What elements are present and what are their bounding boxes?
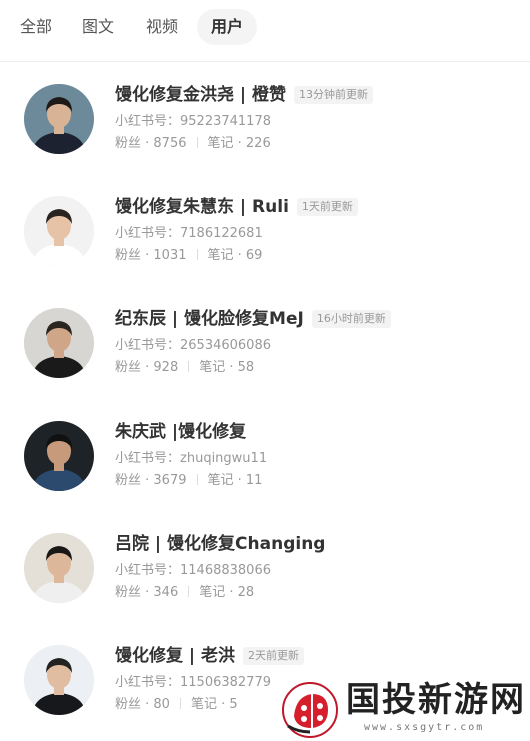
notes-label: 笔记 · (207, 248, 246, 263)
avatar[interactable] (24, 533, 94, 603)
update-badge: 2天前更新 (243, 647, 305, 665)
notes-label: 笔记 · (199, 585, 238, 600)
user-id: 小红书号：zhuqingwu11 (115, 450, 267, 468)
stat-divider (196, 474, 198, 485)
user-stats: 粉丝 · 346 笔记 · 28 (115, 584, 254, 602)
user-stats: 粉丝 · 3679 笔记 · 11 (115, 472, 262, 490)
stat-divider (188, 361, 190, 372)
tab-video[interactable]: 视频 (132, 9, 192, 45)
fans-label: 粉丝 · (115, 136, 154, 151)
notes-count: 69 (245, 248, 263, 263)
avatar[interactable] (24, 84, 94, 154)
user-name-line: 朱庆武 |馒化修复 (115, 419, 246, 445)
user-name[interactable]: 馒化修复朱慧东 | Ruli (115, 194, 289, 220)
avatar[interactable] (24, 421, 94, 491)
user-id-label: 小红书号： (115, 563, 181, 578)
user-name-line: 馒化修复朱慧东 | Ruli 1天前更新 (115, 194, 358, 220)
update-badge: 13分钟前更新 (294, 86, 374, 104)
user-id-label: 小红书号： (115, 114, 181, 129)
tab-bar: 全部 图文 视频 用户 (0, 0, 530, 62)
user-name[interactable]: 馒化修复金洪尧 | 橙赞 (115, 82, 286, 108)
notes-label: 笔记 · (207, 136, 246, 151)
update-badge: 16小时前更新 (311, 310, 391, 328)
site-watermark: 国投新游网 www.sxsgytr.com (282, 678, 527, 738)
user-id-value: 7186122681 (180, 226, 263, 241)
notes-count: 58 (237, 360, 255, 375)
fans-label: 粉丝 · (115, 473, 154, 488)
user-id-value: 11506382779 (180, 675, 271, 690)
user-id: 小红书号：11468838066 (115, 562, 271, 580)
user-name[interactable]: 纪东辰 | 馒化脸修复MeJ (115, 306, 304, 332)
stat-divider (196, 249, 198, 260)
notes-label: 笔记 · (199, 360, 238, 375)
notes-count: 11 (245, 473, 263, 488)
user-name-line: 馒化修复 | 老洪 2天前更新 (115, 643, 305, 669)
notes-count: 28 (237, 585, 255, 600)
user-id: 小红书号：95223741178 (115, 113, 271, 131)
avatar[interactable] (24, 196, 94, 266)
fans-label: 粉丝 · (115, 248, 154, 263)
notes-count: 5 (229, 697, 238, 712)
user-id-label: 小红书号： (115, 451, 181, 466)
user-id: 小红书号：11506382779 (115, 674, 271, 692)
user-stats: 粉丝 · 928 笔记 · 58 (115, 359, 254, 377)
user-name-line: 吕院 | 馒化修复Changing (115, 531, 325, 557)
user-id: 小红书号：7186122681 (115, 225, 263, 243)
notes-count: 226 (245, 136, 271, 151)
user-id-label: 小红书号： (115, 675, 181, 690)
fans-count: 80 (153, 697, 170, 712)
user-id-value: 26534606086 (180, 338, 271, 353)
fans-label: 粉丝 · (115, 585, 154, 600)
user-name[interactable]: 吕院 | 馒化修复Changing (115, 531, 325, 557)
fans-label: 粉丝 · (115, 697, 154, 712)
watermark-title: 国投新游网 (346, 680, 526, 720)
notes-label: 笔记 · (190, 697, 230, 712)
stat-divider (196, 137, 198, 148)
user-id-value: 11468838066 (180, 563, 271, 578)
watermark-url: www.sxsgytr.com (364, 722, 485, 733)
notes-label: 笔记 · (207, 473, 246, 488)
fans-count: 8756 (153, 136, 187, 151)
user-id-value: 95223741178 (180, 114, 271, 129)
user-row[interactable]: 吕院 | 馒化修复Changing 小红书号：11468838066 粉丝 · 34… (0, 511, 530, 623)
fans-label: 粉丝 · (115, 360, 154, 375)
user-id-label: 小红书号： (115, 338, 181, 353)
fans-count: 928 (153, 360, 179, 375)
stat-divider (179, 698, 181, 709)
user-row[interactable]: 朱庆武 |馒化修复小红书号：zhuqingwu11 粉丝 · 3679 笔记 · 1… (0, 399, 530, 511)
user-name-line: 馒化修复金洪尧 | 橙赞 13分钟前更新 (115, 82, 374, 108)
stat-divider (188, 586, 190, 597)
user-row[interactable]: 纪东辰 | 馒化脸修复MeJ 16小时前更新小红书号：26534606086 粉丝 … (0, 286, 530, 398)
avatar[interactable] (24, 308, 94, 378)
user-id-value: zhuqingwu11 (180, 451, 268, 466)
tab-all[interactable]: 全部 (6, 9, 66, 45)
tab-notes[interactable]: 图文 (68, 9, 128, 45)
update-badge: 1天前更新 (296, 198, 358, 216)
tab-users[interactable]: 用户 (197, 9, 258, 45)
user-row[interactable]: 馒化修复金洪尧 | 橙赞 13分钟前更新小红书号：95223741178 粉丝 · … (0, 62, 530, 174)
user-name-line: 纪东辰 | 馒化脸修复MeJ 16小时前更新 (115, 306, 391, 332)
user-name[interactable]: 馒化修复 | 老洪 (115, 643, 235, 669)
user-stats: 粉丝 · 80 笔记 · 5 (115, 696, 238, 714)
user-stats: 粉丝 · 8756 笔记 · 226 (115, 135, 271, 153)
user-id-label: 小红书号： (115, 226, 181, 241)
user-name[interactable]: 朱庆武 |馒化修复 (115, 419, 246, 445)
user-id: 小红书号：26534606086 (115, 337, 271, 355)
user-stats: 粉丝 · 1031 笔记 · 69 (115, 247, 262, 265)
fans-count: 346 (153, 585, 179, 600)
avatar[interactable] (24, 645, 94, 715)
user-row[interactable]: 馒化修复朱慧东 | Ruli 1天前更新小红书号：7186122681 粉丝 · 1… (0, 174, 530, 286)
ladybug-logo-icon (282, 682, 338, 738)
fans-count: 1031 (153, 248, 187, 263)
fans-count: 3679 (153, 473, 187, 488)
